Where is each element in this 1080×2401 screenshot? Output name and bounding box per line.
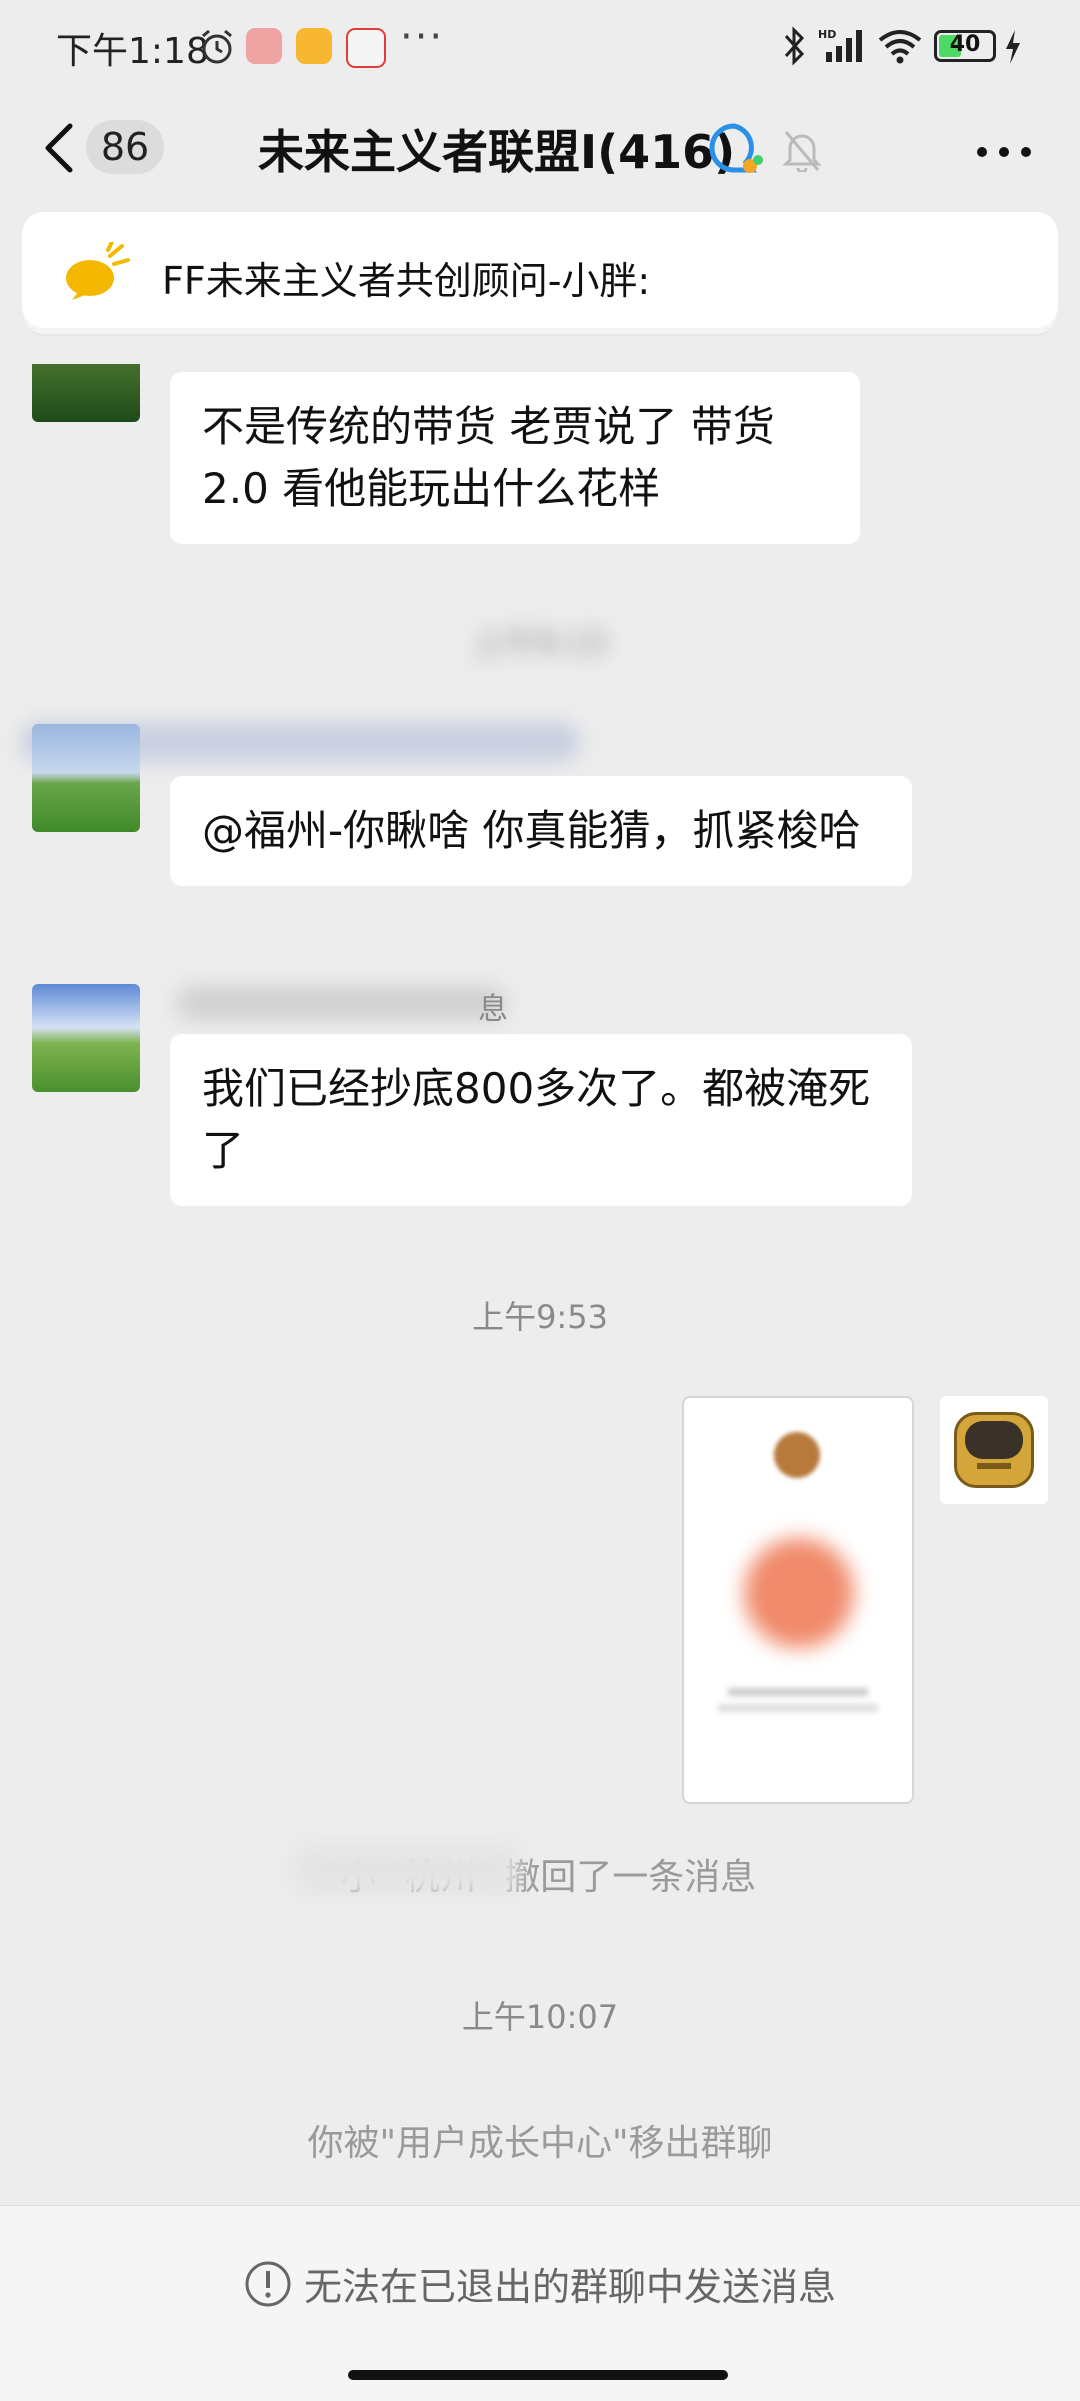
- chat-header: 86 未来主义者联盟I(416): [0, 90, 1080, 210]
- message-text: @福州-你瞅啥 你真能猜，抓紧梭哈: [202, 806, 861, 855]
- charging-icon: [1006, 30, 1020, 64]
- signal-icon: HD: [818, 28, 862, 62]
- sender-name: [176, 986, 506, 1026]
- group-announcement[interactable]: FF未来主义者共创顾问-小胖:: [22, 212, 1058, 328]
- home-indicator[interactable]: [348, 2370, 728, 2380]
- battery-icon: 40: [934, 30, 996, 62]
- sender-avatar[interactable]: [32, 984, 140, 1092]
- sender-name-suffix: 息: [478, 992, 508, 1027]
- timestamp: 上午10:07: [461, 1998, 619, 2036]
- bluetooth-icon: [784, 26, 805, 66]
- message-bubble[interactable]: 我们已经抄底800多次了。都被淹死了: [170, 1034, 912, 1206]
- timestamp: 上午9:53: [472, 1298, 608, 1336]
- recall-notice: "小 "杭州" 撤回了一条消息: [323, 1857, 757, 1898]
- svg-text:HD: HD: [818, 28, 836, 41]
- message-text: 不是传统的带货 老贾说了 带货2.0 看他能玩出什么花样: [202, 402, 775, 513]
- removed-notice: 你被"用户成长中心"移出群聊: [307, 2123, 773, 2164]
- unread-count-badge[interactable]: 86: [86, 120, 164, 174]
- timestamp: 上午9:15: [472, 624, 608, 662]
- wifi-icon: [878, 30, 922, 64]
- announcement-text: FF未来主义者共创顾问-小胖:: [162, 259, 651, 303]
- blur-overlay: [296, 1846, 518, 1894]
- status-time: 下午1:18: [56, 31, 209, 72]
- disabled-message: 无法在已退出的群聊中发送消息: [0, 2256, 1080, 2311]
- message-bubble[interactable]: @福州-你瞅啥 你真能猜，抓紧梭哈: [170, 776, 912, 886]
- weibo-icon: [346, 28, 386, 68]
- disabled-message-text: 无法在已退出的群聊中发送消息: [303, 2265, 836, 2309]
- mute-bell-icon: [782, 131, 822, 172]
- message-text: 我们已经抄底800多次了。都被淹死了: [202, 1064, 871, 1175]
- app-notification-icon-2: [296, 28, 332, 64]
- back-arrow-icon[interactable]: [40, 122, 80, 174]
- announcement-icon: [66, 242, 130, 300]
- warning-icon: [245, 2261, 291, 2306]
- app-notification-icon-1: [246, 28, 282, 64]
- battery-level: 40: [949, 32, 981, 57]
- image-message[interactable]: [682, 1396, 914, 1804]
- sender-avatar[interactable]: [32, 724, 140, 832]
- more-notifications-icon: ···: [400, 14, 445, 60]
- more-options-icon[interactable]: [976, 146, 1032, 158]
- my-avatar[interactable]: [940, 1396, 1048, 1504]
- chat-title[interactable]: 未来主义者联盟I(416): [258, 116, 735, 182]
- sender-avatar[interactable]: [32, 364, 140, 422]
- group-service-icon[interactable]: [706, 120, 764, 178]
- status-bar: 下午1:18 ··· HD 40: [0, 0, 1080, 90]
- alarm-icon: [202, 29, 232, 64]
- message-bubble[interactable]: 不是传统的带货 老贾说了 带货2.0 看他能玩出什么花样: [170, 372, 860, 544]
